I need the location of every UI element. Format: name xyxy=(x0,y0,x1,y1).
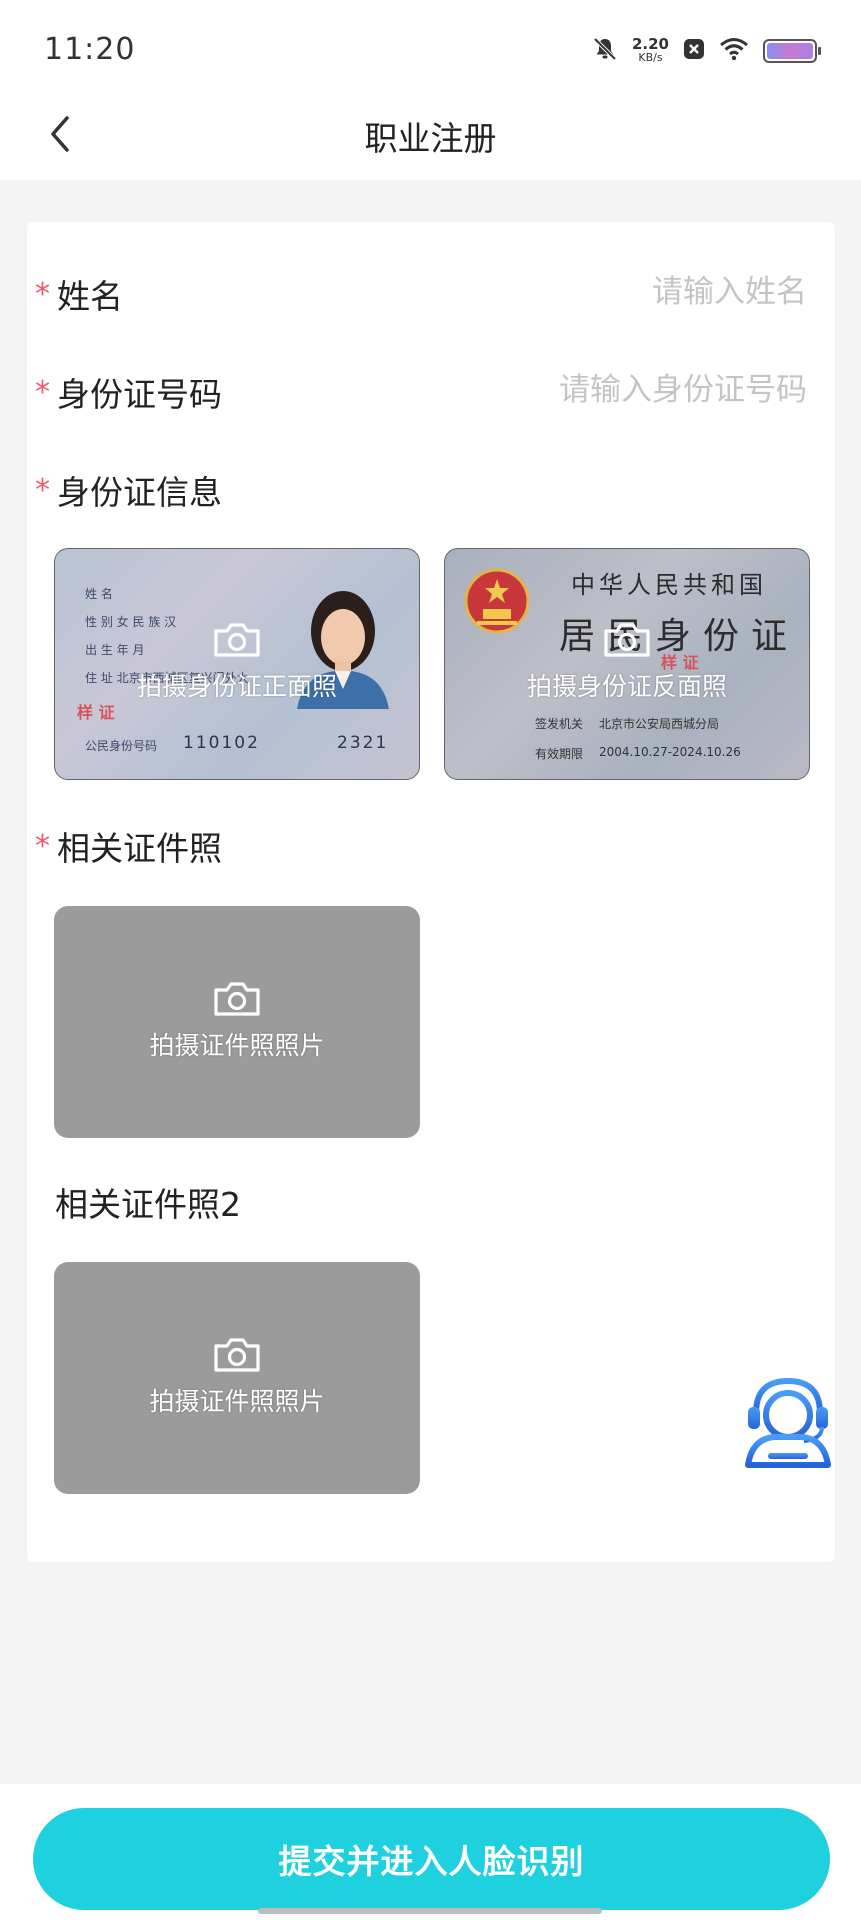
status-time: 11:20 xyxy=(44,32,136,67)
id-back-upload[interactable]: 中华人民共和国 居民身份证 样 证 签发机关 北京市公安局西城分局 有效期限 2… xyxy=(444,548,810,780)
cert2-field-label: 相关证件照2 xyxy=(35,1178,241,1226)
id-info-label-text: 身份证信息 xyxy=(57,473,222,512)
status-bar: 11:20 2.20 KB/s xyxy=(0,0,861,100)
issuer-label: 签发机关 xyxy=(535,717,584,731)
validity-label: 有效期限 xyxy=(535,747,584,761)
cert-field-label: * 相关证件照 xyxy=(35,822,222,870)
headset-agent-icon xyxy=(745,1377,831,1468)
registration-form: * 姓名 * 身份证号码 * 身份证信息 姓 名 性 别 女 民 族 汉 出 生… xyxy=(27,222,835,1562)
camera-icon xyxy=(214,623,260,657)
id-back-country: 中华人民共和国 xyxy=(571,571,767,599)
id-front-caption: 拍摄身份证正面照 xyxy=(136,672,337,701)
required-mark: * xyxy=(35,828,50,864)
required-mark: * xyxy=(35,276,50,312)
name-field-label: * 姓名 xyxy=(35,270,123,318)
mute-bell-icon xyxy=(592,36,618,66)
id-number-input[interactable] xyxy=(387,372,807,408)
id-number-field-label: * 身份证号码 xyxy=(35,368,222,416)
issuer-value: 北京市公安局西城分局 xyxy=(599,717,720,731)
submit-face-recognition-button[interactable]: 提交并进入人脸识别 xyxy=(33,1808,830,1910)
name-label-text: 姓名 xyxy=(57,277,123,316)
cert2-photo-overlay: 拍摄证件照照片 xyxy=(54,1336,420,1418)
id-front-upload[interactable]: 姓 名 性 别 女 民 族 汉 出 生 年 月 住 址 北京市西城区复兴门外大 … xyxy=(54,548,420,780)
cert-photo-caption: 拍摄证件照照片 xyxy=(149,1031,325,1060)
camera-icon xyxy=(214,982,260,1016)
page-title: 职业注册 xyxy=(364,119,497,158)
required-mark: * xyxy=(35,472,50,508)
validity-value: 2004.10.27-2024.10.26 xyxy=(599,745,741,759)
camera-icon xyxy=(214,1338,260,1372)
required-mark: * xyxy=(35,374,50,410)
wifi-icon xyxy=(719,37,749,65)
cert-label-text: 相关证件照 xyxy=(57,829,222,868)
home-indicator xyxy=(258,1908,602,1914)
network-speed-value: 2.20 xyxy=(631,35,669,53)
id-front-overlay: 拍摄身份证正面照 xyxy=(55,621,419,703)
network-speed-unit: KB/s xyxy=(638,51,663,64)
id-sample-line: 姓 名 xyxy=(85,587,113,601)
id-back-overlay: 拍摄身份证反面照 xyxy=(445,621,809,703)
id-number-label-text: 身份证号码 xyxy=(57,375,222,414)
camera-icon xyxy=(604,623,650,657)
cert-photo-upload[interactable]: 拍摄证件照照片 xyxy=(54,906,420,1138)
customer-service-button[interactable] xyxy=(738,1373,838,1469)
cert2-photo-upload[interactable]: 拍摄证件照照片 xyxy=(54,1262,420,1494)
id-back-caption: 拍摄身份证反面照 xyxy=(526,672,727,701)
battery-icon xyxy=(763,39,821,63)
name-input[interactable] xyxy=(447,274,807,310)
close-box-icon xyxy=(683,38,705,64)
id-number-caption: 公民身份号码 xyxy=(85,739,158,753)
status-icons: 2.20 KB/s xyxy=(592,34,821,68)
id-number-end: 2321 xyxy=(337,733,389,753)
network-speed: 2.20 KB/s xyxy=(632,37,669,65)
cert-photo-overlay: 拍摄证件照照片 xyxy=(54,980,420,1062)
cert2-label-text: 相关证件照2 xyxy=(55,1185,241,1224)
id-number-start: 110102 xyxy=(183,733,260,753)
id-info-field-label: * 身份证信息 xyxy=(35,466,222,514)
nav-bar: 职业注册 xyxy=(0,100,861,180)
cert2-photo-caption: 拍摄证件照照片 xyxy=(149,1387,325,1416)
